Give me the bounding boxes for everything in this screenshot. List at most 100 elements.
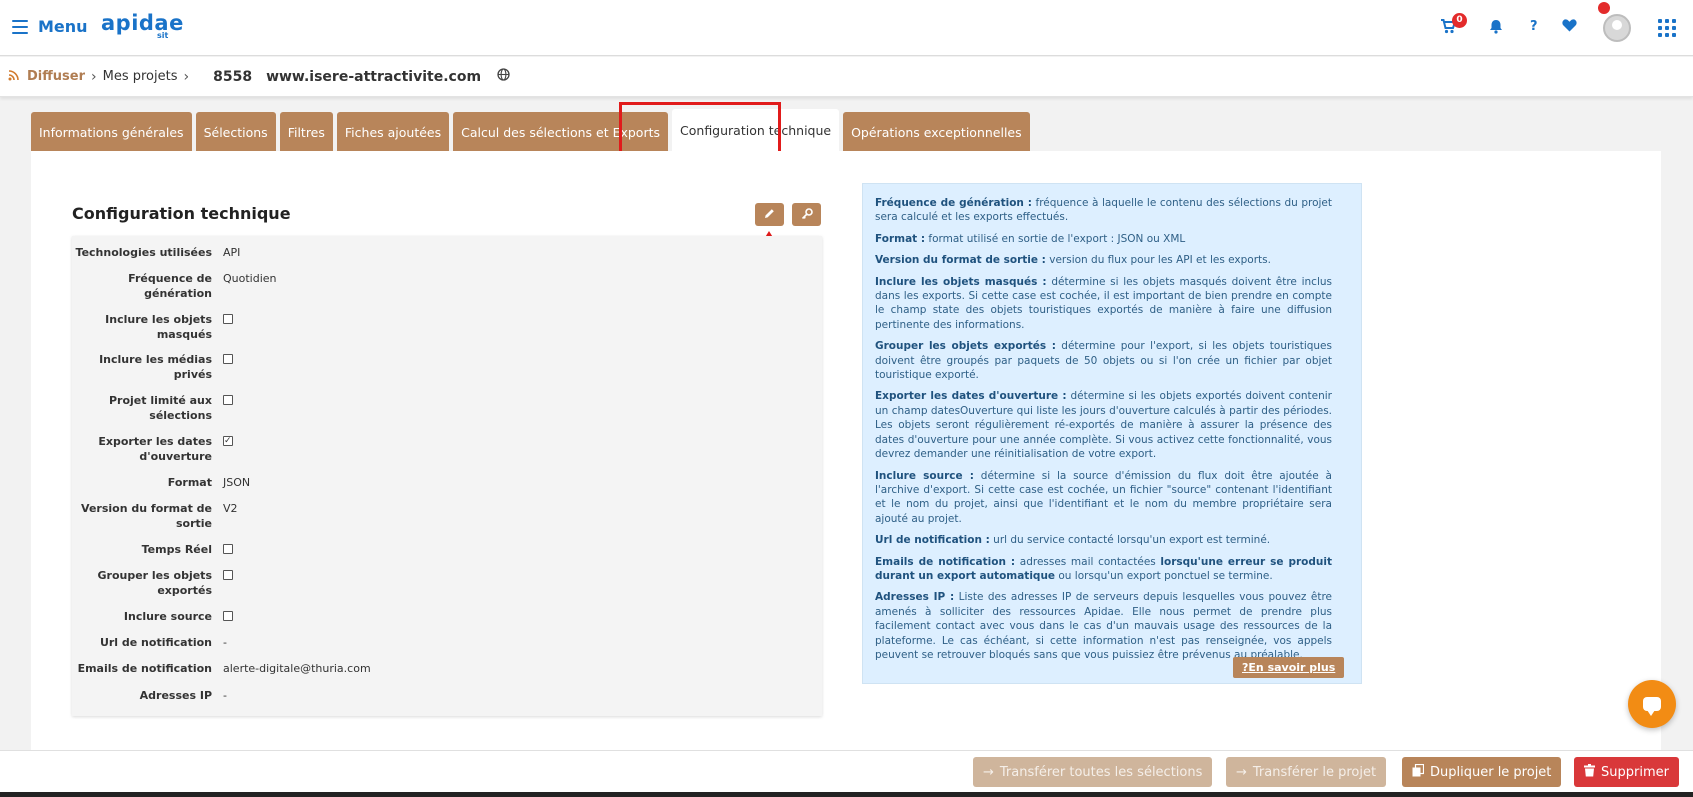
key-icon (801, 207, 813, 222)
help-paragraph: Grouper les objets exportés : détermine … (875, 340, 1332, 382)
rss-icon (8, 69, 19, 84)
project-tabs: Informations générales Sélections Filtre… (31, 109, 1030, 152)
tab-selections[interactable]: Sélections (195, 112, 276, 152)
config-row: Inclure les objets masqués (72, 313, 822, 342)
transfer-project-button[interactable]: → Transférer le projet (1226, 757, 1387, 787)
breadcrumb-diffuser[interactable]: Diffuser (27, 69, 85, 84)
help-paragraph: Adresses IP : Liste des adresses IP de s… (875, 591, 1332, 661)
help-paragraph: Inclure les objets masqués : détermine s… (875, 275, 1332, 331)
checkbox-grouper-objets (223, 570, 233, 580)
pencil-icon (764, 208, 775, 222)
bottom-strip (0, 792, 1693, 797)
edit-button[interactable] (755, 203, 784, 226)
tab-fiches-ajoutees[interactable]: Fiches ajoutées (336, 112, 450, 152)
help-paragraph: Exporter les dates d'ouverture : détermi… (875, 390, 1332, 461)
arrow-right-icon: → (1236, 764, 1247, 780)
config-value: - (223, 636, 227, 649)
apidae-logo-sub: sit (157, 31, 169, 40)
heart-icon[interactable] (1562, 19, 1577, 36)
user-avatar[interactable] (1603, 14, 1631, 42)
chevron-right-icon: › (183, 68, 190, 85)
config-row: Temps Réel (72, 543, 822, 558)
config-label: Projet limité aux sélections (108, 394, 212, 422)
config-row: Grouper les objets exportés (72, 569, 822, 598)
help-paragraph: Emails de notification : adresses mail c… (875, 555, 1332, 582)
tab-highlight-annotation (619, 102, 781, 157)
config-row: Url de notification - (72, 636, 822, 651)
learn-more-button[interactable]: ? En savoir plus (1233, 657, 1345, 678)
checkbox-projet-limite (223, 395, 233, 405)
config-value: Quotidien (223, 272, 277, 285)
config-row: Exporter les dates d'ouverture (72, 434, 822, 464)
chat-button[interactable] (1628, 680, 1676, 728)
transfer-selections-button[interactable]: → Transférer toutes les sélections (973, 757, 1213, 787)
help-paragraph: Fréquence de génération : fréquence à la… (875, 197, 1332, 224)
breadcrumb: Diffuser › Mes projets › 8558 www.isere-… (0, 57, 1693, 97)
config-label: Inclure source (123, 610, 212, 623)
apps-grid-icon[interactable] (1658, 19, 1676, 37)
config-label: Version du format de sortie (81, 502, 212, 530)
config-label: Url de notification (99, 636, 212, 649)
notification-dot (1598, 2, 1610, 14)
duplicate-project-button[interactable]: Dupliquer le projet (1402, 757, 1562, 787)
help-paragraph: Url de notification : url du service con… (875, 534, 1271, 547)
config-row: Emails de notification alerte-digitale@t… (72, 662, 822, 677)
cart-count-badge: 0 (1452, 13, 1467, 28)
section-title: Configuration technique (72, 204, 291, 223)
config-label: Inclure les objets masqués (105, 313, 212, 341)
config-label: Format (167, 476, 212, 489)
help-paragraph: Version du format de sortie : version du… (875, 254, 1271, 267)
config-label: Inclure les médias privés (99, 353, 212, 381)
config-card: Technologies utilisées API Fréquence de … (72, 236, 822, 716)
checkbox-temps-reel (223, 544, 233, 554)
config-row: Inclure les médias privés (72, 353, 822, 382)
project-site: www.isere-attractivite.com (266, 68, 482, 85)
copy-icon (1412, 763, 1425, 781)
config-label: Temps Réel (141, 543, 212, 556)
globe-icon[interactable] (497, 68, 510, 85)
tab-informations-generales[interactable]: Informations générales (31, 112, 192, 152)
top-bar: Menu apidae sit 0 ? (0, 0, 1693, 56)
config-value: JSON (223, 476, 251, 489)
tab-filtres[interactable]: Filtres (279, 112, 333, 152)
hamburger-icon (12, 19, 28, 34)
help-paragraph: Inclure source : détermine si la source … (875, 469, 1332, 525)
apidae-logo[interactable]: apidae (101, 11, 184, 35)
config-value: API (223, 246, 241, 259)
config-row: Inclure source (72, 610, 822, 625)
bell-icon[interactable] (1489, 19, 1503, 38)
checkbox-inclure-source (223, 611, 233, 621)
help-info-box: Fréquence de génération : fréquence à la… (862, 183, 1362, 684)
key-button[interactable] (792, 203, 821, 226)
config-row: Version du format de sortie V2 (72, 502, 822, 531)
config-value: alerte-digitale@thuria.com (223, 662, 371, 675)
menu-button[interactable]: Menu (12, 17, 88, 36)
trash-icon (1584, 763, 1595, 781)
menu-label: Menu (38, 17, 88, 36)
config-label: Exporter les dates d'ouverture (98, 435, 212, 463)
chevron-right-icon: › (91, 68, 97, 85)
config-label: Grouper les objets exportés (97, 569, 212, 597)
help-icon[interactable]: ? (1530, 19, 1538, 34)
config-label: Adresses IP (139, 689, 212, 702)
footer-actions: → Transférer toutes les sélections → Trans… (0, 750, 1693, 792)
config-value: - (223, 689, 227, 702)
arrow-right-icon: → (983, 764, 994, 780)
config-label: Fréquence de génération (128, 272, 212, 300)
help-paragraph: Format : format utilisé en sortie de l'e… (875, 232, 1186, 245)
config-row: Adresses IP - (72, 689, 822, 704)
project-id: 8558 (213, 68, 253, 85)
checkbox-inclure-medias-prives (223, 354, 233, 364)
tab-operations-exceptionnelles[interactable]: Opérations exceptionnelles (843, 112, 1030, 152)
breadcrumb-mes-projets[interactable]: Mes projets (103, 69, 178, 84)
delete-button[interactable]: Supprimer (1574, 757, 1679, 787)
chat-bubble-icon (1643, 697, 1661, 716)
checkbox-inclure-objets-masques (223, 314, 233, 324)
config-label: Emails de notification (77, 662, 212, 675)
config-row: Projet limité aux sélections (72, 394, 822, 423)
config-value: V2 (223, 502, 238, 515)
checkbox-exporter-dates (223, 434, 233, 449)
config-row: Fréquence de génération Quotidien (72, 272, 822, 301)
config-row: Format JSON (72, 476, 822, 491)
learn-more-label: En savoir plus (1248, 661, 1336, 674)
